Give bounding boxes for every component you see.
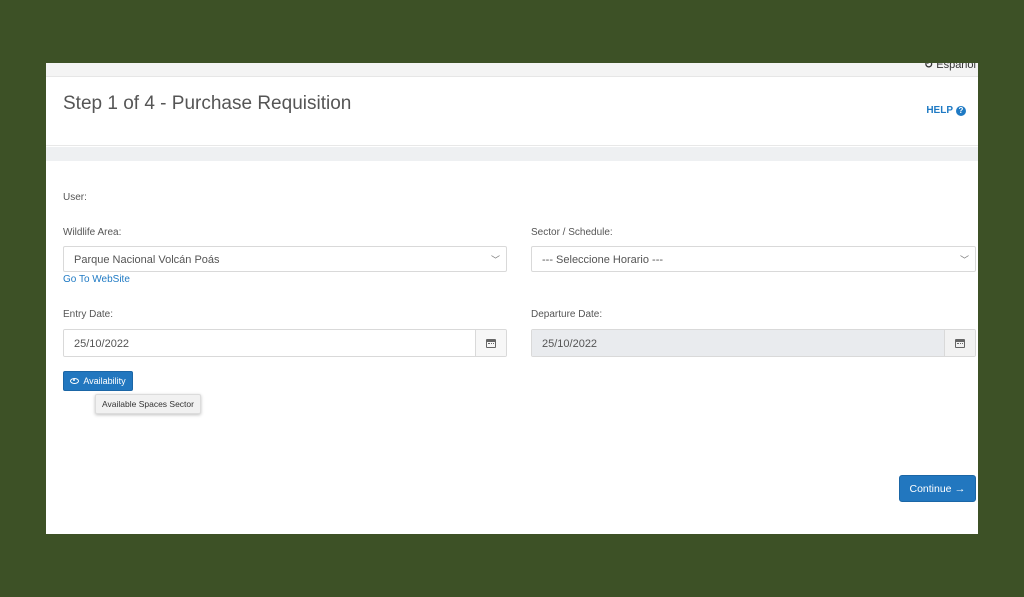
arrow-right-icon: → [954,482,966,495]
calendar-icon [955,338,965,348]
departure-date-label: Departure Date: [531,309,603,320]
availability-tooltip: Available Spaces Sector [95,394,201,414]
app-window: ↻ Español Step 1 of 4 - Purchase Requisit… [46,63,978,534]
help-link[interactable]: HELP ? [926,105,966,116]
entry-date-input[interactable]: 25/10/2022 [64,330,475,356]
departure-date-calendar-button[interactable] [944,330,975,356]
sector-schedule-label: Sector / Schedule: [531,227,613,238]
calendar-icon [486,338,496,348]
wildlife-area-label: Wildlife Area: [63,227,122,238]
chevron-down-icon: ﹀ [490,255,500,265]
continue-label: Continue [909,482,952,495]
help-label: HELP [926,105,953,116]
language-bar: ↻ Español [46,63,978,77]
eye-icon [70,378,80,384]
question-circle-icon: ? [956,105,966,116]
availability-button[interactable]: Availability [63,371,133,391]
wildlife-area-value: Parque Nacional Volcán Poás [74,254,220,266]
departure-date-field[interactable]: 25/10/2022 [531,329,976,357]
entry-date-field[interactable]: 25/10/2022 [63,329,507,357]
chevron-down-icon: ﹀ [959,255,969,265]
page-title: Step 1 of 4 - Purchase Requisition [63,93,352,114]
sector-schedule-select[interactable]: --- Seleccione Horario --- ﹀ [531,246,976,272]
section-divider [46,147,978,161]
continue-button[interactable]: Continue → [899,475,976,502]
page-header: Step 1 of 4 - Purchase Requisition HELP … [46,77,978,146]
entry-date-label: Entry Date: [63,309,114,320]
user-label: User: [63,192,87,203]
sector-schedule-value: --- Seleccione Horario --- [542,254,664,266]
requisition-form: User: Wildlife Area: Parque Nacional Vol… [55,161,978,534]
refresh-icon: ↻ [924,63,934,71]
wildlife-area-select[interactable]: Parque Nacional Volcán Poás ﹀ [63,246,507,272]
departure-date-input: 25/10/2022 [532,330,944,356]
availability-label: Availability [83,376,126,386]
language-switch[interactable]: ↻ Español [924,63,976,71]
language-label: Español [936,63,976,71]
entry-date-calendar-button[interactable] [475,330,506,356]
go-to-website-link[interactable]: Go To WebSite [63,274,130,285]
